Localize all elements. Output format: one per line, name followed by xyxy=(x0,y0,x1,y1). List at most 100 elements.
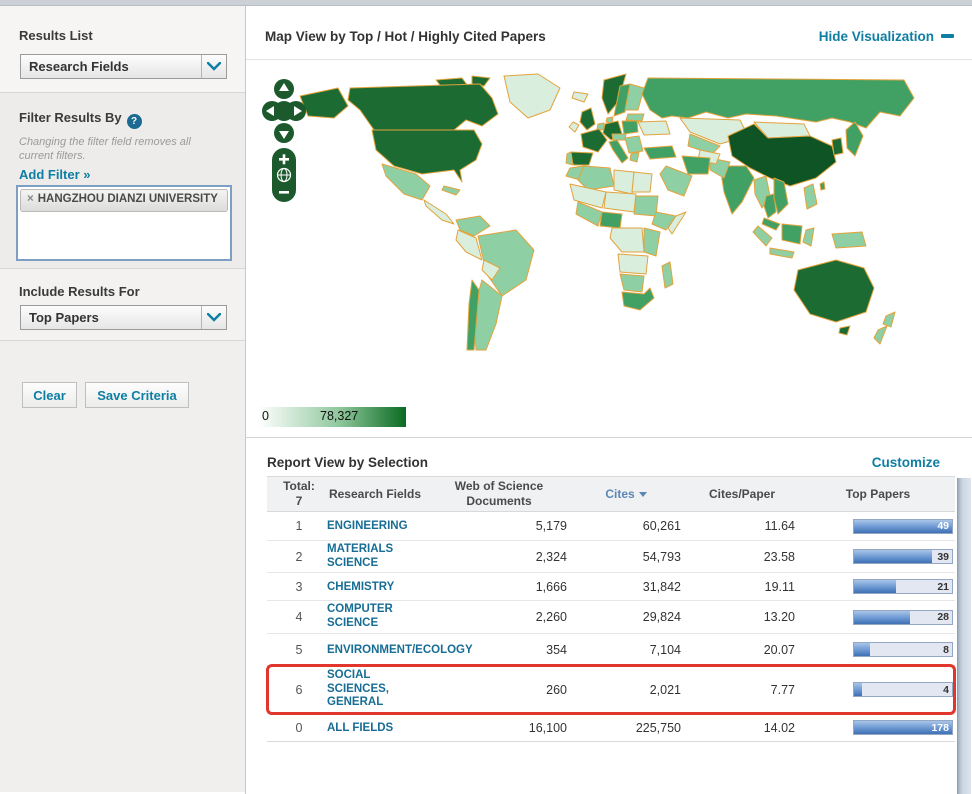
field-link[interactable]: COMPUTER SCIENCE xyxy=(327,603,429,630)
table-row[interactable]: 2 MATERIALS SCIENCE 2,324 54,793 23.58 3… xyxy=(267,541,955,573)
row-docs: 2,260 xyxy=(429,610,569,624)
row-rank: 5 xyxy=(277,643,321,657)
row-rank: 1 xyxy=(277,519,321,533)
report-table: Total:7 Research Fields Web of ScienceDo… xyxy=(267,476,955,742)
map-zoom-control[interactable] xyxy=(272,148,296,202)
include-results-select[interactable]: Top Papers xyxy=(20,305,227,330)
row-cites: 225,750 xyxy=(569,721,683,735)
help-icon[interactable]: ? xyxy=(127,114,142,129)
include-results-section: Include Results For Top Papers xyxy=(0,268,245,340)
row-docs: 5,179 xyxy=(429,519,569,533)
filter-chip[interactable]: × HANGZHOU DIANZI UNIVERSITY xyxy=(20,189,228,212)
esi-page: Results List Research Fields Filter Resu… xyxy=(0,0,972,794)
filter-by-heading: Filter Results By? xyxy=(19,110,142,129)
row-rank: 0 xyxy=(277,721,321,735)
sort-desc-icon xyxy=(639,492,647,497)
include-results-value: Top Papers xyxy=(21,310,201,325)
row-cites-per-paper: 20.07 xyxy=(683,643,801,657)
top-papers-value: 4 xyxy=(943,683,949,696)
top-papers-bar: 4 xyxy=(853,682,953,697)
include-results-heading: Include Results For xyxy=(19,284,140,299)
filter-by-label: Filter Results By xyxy=(19,110,122,125)
col-cites-per-paper: Cites/Paper xyxy=(683,487,801,502)
row-rank: 6 xyxy=(277,683,321,697)
add-filter-link[interactable]: Add Filter » xyxy=(19,167,91,182)
legend-max: 78,327 xyxy=(320,409,358,423)
results-list-heading: Results List xyxy=(19,28,93,43)
field-link[interactable]: SOCIAL SCIENCES, GENERAL xyxy=(327,669,429,710)
top-papers-bar: 39 xyxy=(853,549,953,564)
field-link[interactable]: ALL FIELDS xyxy=(327,722,393,736)
row-cites-per-paper: 13.20 xyxy=(683,610,801,624)
table-row-highlighted[interactable]: 6 SOCIAL SCIENCES, GENERAL 260 2,021 7.7… xyxy=(267,666,955,714)
row-rank: 4 xyxy=(277,610,321,624)
col-total: Total:7 xyxy=(277,479,321,509)
save-criteria-button[interactable]: Save Criteria xyxy=(85,382,189,408)
row-cites: 31,842 xyxy=(569,580,683,594)
sidebar: Results List Research Fields Filter Resu… xyxy=(0,6,246,794)
results-list-value: Research Fields xyxy=(21,59,201,74)
row-cites-per-paper: 7.77 xyxy=(683,683,801,697)
top-papers-value: 28 xyxy=(937,611,949,624)
actions-section: Clear Save Criteria xyxy=(0,340,245,792)
report-section: Report View by Selection Customize Total… xyxy=(246,437,972,794)
row-cites-per-paper: 14.02 xyxy=(683,721,801,735)
row-cites: 29,824 xyxy=(569,610,683,624)
hide-visualization-label: Hide Visualization xyxy=(819,29,934,44)
map-pan-control[interactable] xyxy=(262,78,306,144)
row-cites: 2,021 xyxy=(569,683,683,697)
table-row[interactable]: 0 ALL FIELDS 16,100 225,750 14.02 178 xyxy=(267,714,955,742)
row-cites-per-paper: 23.58 xyxy=(683,550,801,564)
col-cites-sort[interactable]: Cites xyxy=(569,487,683,502)
field-link[interactable]: CHEMISTRY xyxy=(327,581,394,595)
top-papers-bar: 21 xyxy=(853,579,953,594)
world-map[interactable] xyxy=(276,72,916,402)
row-docs: 260 xyxy=(429,683,569,697)
chevron-down-icon xyxy=(201,55,226,78)
col-research-fields: Research Fields xyxy=(321,487,429,502)
clear-button[interactable]: Clear xyxy=(22,382,77,408)
active-filters-box: × HANGZHOU DIANZI UNIVERSITY xyxy=(16,185,232,261)
map-visualization: 0 78,327 xyxy=(246,60,972,437)
row-cites-per-paper: 11.64 xyxy=(683,519,801,533)
filter-note: Changing the filter field removes all cu… xyxy=(19,135,224,164)
table-row[interactable]: 5 ENVIRONMENT/ECOLOGY 354 7,104 20.07 8 xyxy=(267,634,955,666)
row-cites: 7,104 xyxy=(569,643,683,657)
results-list-section: Results List Research Fields xyxy=(0,6,245,92)
results-list-select[interactable]: Research Fields xyxy=(20,54,227,79)
top-papers-bar: 49 xyxy=(853,519,953,534)
top-papers-value: 178 xyxy=(931,721,949,734)
top-papers-value: 39 xyxy=(937,550,949,563)
table-row[interactable]: 3 CHEMISTRY 1,666 31,842 19.11 21 xyxy=(267,573,955,601)
table-row[interactable]: 1 ENGINEERING 5,179 60,261 11.64 49 xyxy=(267,512,955,541)
row-cites: 54,793 xyxy=(569,550,683,564)
field-link[interactable]: ENGINEERING xyxy=(327,520,408,534)
report-title: Report View by Selection xyxy=(267,455,428,470)
row-docs: 354 xyxy=(429,643,569,657)
row-cites-per-paper: 19.11 xyxy=(683,580,801,594)
map-title: Map View by Top / Hot / Highly Cited Pap… xyxy=(265,29,546,44)
row-cites: 60,261 xyxy=(569,519,683,533)
field-link[interactable]: MATERIALS SCIENCE xyxy=(327,543,429,570)
table-row[interactable]: 4 COMPUTER SCIENCE 2,260 29,824 13.20 28 xyxy=(267,601,955,634)
top-papers-value: 8 xyxy=(943,643,949,656)
row-docs: 2,324 xyxy=(429,550,569,564)
top-papers-value: 21 xyxy=(937,580,949,593)
map-legend: 0 78,327 xyxy=(258,407,406,427)
legend-min: 0 xyxy=(262,409,269,423)
top-papers-bar: 28 xyxy=(853,610,953,625)
hide-visualization-link[interactable]: Hide Visualization xyxy=(819,29,954,44)
vertical-scrollbar[interactable] xyxy=(957,478,971,794)
row-rank: 3 xyxy=(277,580,321,594)
filter-section: Filter Results By? Changing the filter f… xyxy=(0,92,245,268)
row-docs: 1,666 xyxy=(429,580,569,594)
top-papers-value: 49 xyxy=(937,520,949,533)
top-papers-bar: 8 xyxy=(853,642,953,657)
main-panel: Map View by Top / Hot / Highly Cited Pap… xyxy=(246,6,972,794)
top-papers-bar: 178 xyxy=(853,720,953,735)
customize-link[interactable]: Customize xyxy=(872,455,940,470)
filter-chip-label: HANGZHOU DIANZI UNIVERSITY xyxy=(38,193,218,205)
remove-filter-icon[interactable]: × xyxy=(27,193,34,205)
row-rank: 2 xyxy=(277,550,321,564)
table-header-row: Total:7 Research Fields Web of ScienceDo… xyxy=(267,476,955,512)
